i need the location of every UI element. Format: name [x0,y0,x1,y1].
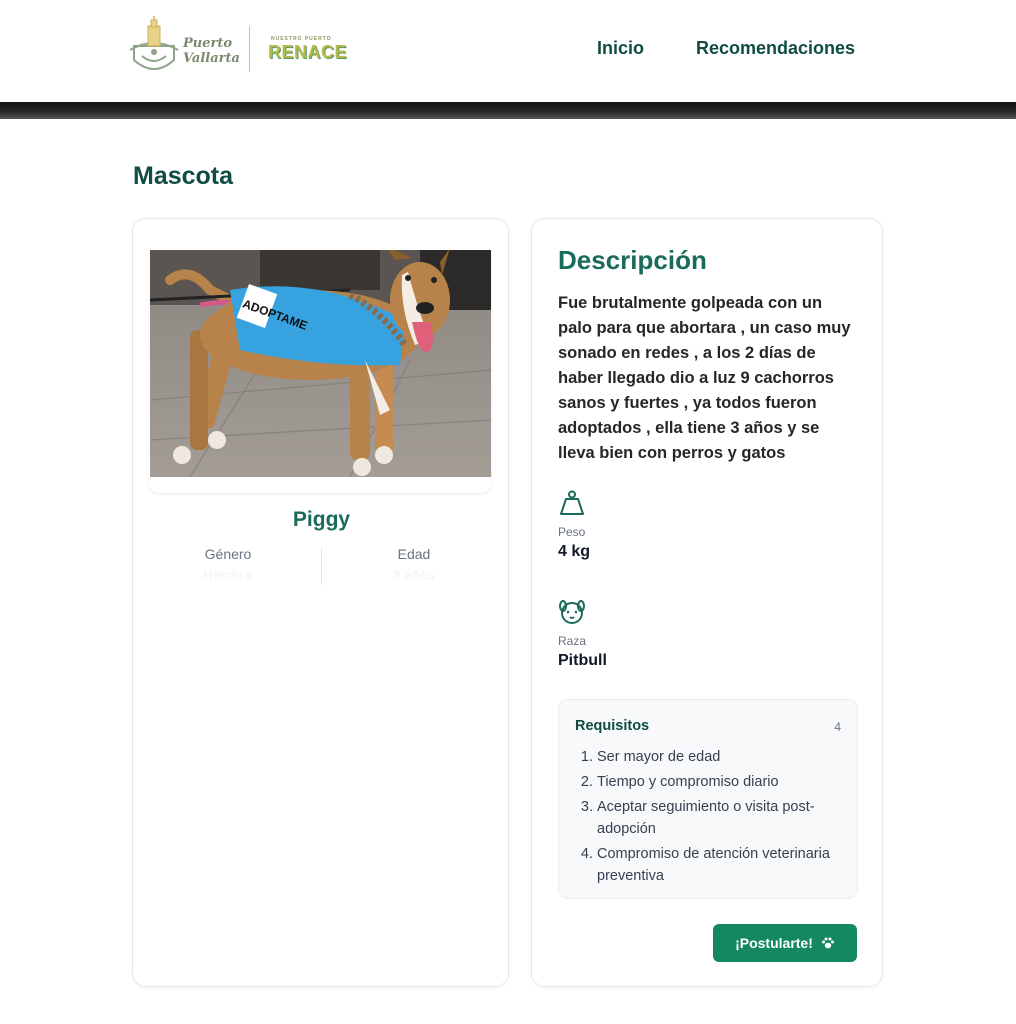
pet-name: Piggy [292,508,351,531]
logo-divider [249,26,250,72]
attr-label-raza: Raza [558,634,587,648]
apply-button[interactable]: ¡Postularte! [713,924,857,962]
attr-value-raza: Pitbull [558,652,607,669]
stat-value: 3 años [392,568,436,582]
stat-label: Edad [397,546,431,562]
weight-icon [560,490,584,515]
logo-text-vallarta: Vallarta [183,51,240,66]
list-item: 1. Ser mayor de edad [580,749,721,765]
logo-text-puerto: Puerto [183,36,233,51]
stat-edad: Edad 3 años [321,546,507,582]
site-header: Puerto Vallarta NUESTRO PUERTO RENACE In… [0,0,1016,102]
nav-inicio[interactable]: Inicio [597,38,644,59]
paw-icon [821,937,834,949]
pet-photo: ADOPTAME [150,250,491,477]
stat-label: Género [204,546,252,562]
list-item: 2. Tiempo y compromiso diario [580,774,779,790]
requirements-list: 1. Ser mayor de edad 2. Tiempo y compromis… [575,746,845,890]
dog-face-icon [559,600,585,624]
page-title: Mascota [133,162,234,190]
puerto-vallarta-logo[interactable]: Puerto Vallarta [128,16,240,80]
dog-photo-illustration: ADOPTAME [150,250,491,477]
requirements-title: Requisitos [575,718,650,734]
description-title: Descripción [558,245,707,275]
stat-value: Hembra [203,568,253,582]
pet-card: ADOPTAME Piggy Género Hembra Edad 3 años [132,218,509,987]
stat-genero: Género Hembra [135,546,321,582]
description-card: Descripción Fue brutalmente golpeada con… [531,218,883,987]
apply-button-label: ¡Postularte! [735,935,813,951]
requirements-count: 4 [834,720,841,734]
list-item: 4. Compromiso de atención veterinaria pre… [580,846,830,884]
pet-photo-frame: ADOPTAME [149,249,491,493]
renace-logo: NUESTRO PUERTO RENACE [268,36,347,62]
header-shadow-bar [0,102,1016,119]
description-text: Fue brutalmente golpeada con un palo par… [558,294,851,462]
requirements-box: Requisitos 4 1. Ser mayor de edad 2. Tiemp… [558,699,858,899]
city-seal-icon [129,16,179,70]
attr-value-peso: 4 kg [558,543,591,560]
attr-label-peso: Peso [558,525,586,539]
nav-recomendaciones[interactable]: Recomendaciones [696,38,855,59]
renace-big-text: RENACE [268,42,348,62]
list-item: 3. Aceptar seguimiento o visita post-adop… [580,799,815,837]
